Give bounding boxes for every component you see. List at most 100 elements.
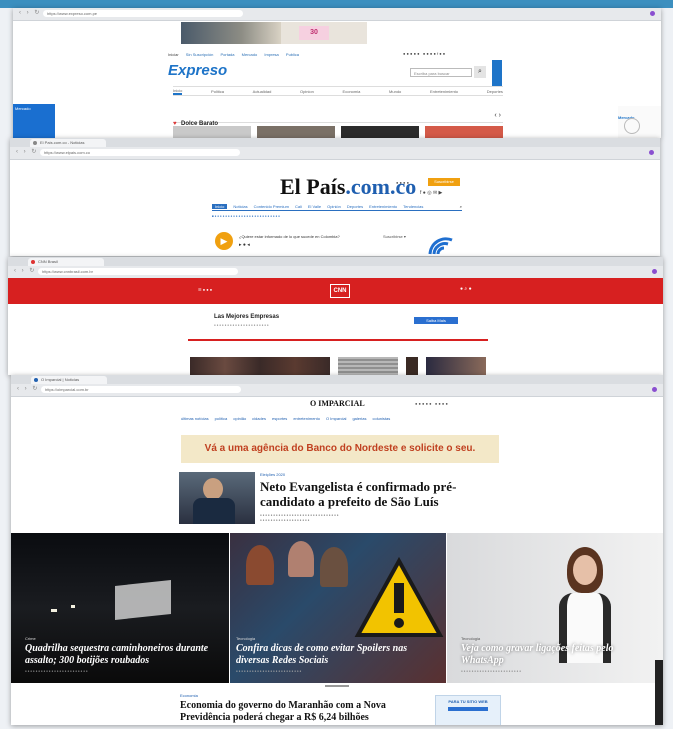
top-advertisement[interactable]: 30 bbox=[181, 22, 367, 44]
nav-arrows-icon[interactable]: ‹ › ↻ bbox=[16, 148, 38, 155]
search-icon: ⌕ bbox=[478, 68, 482, 75]
right-side-ad[interactable]: Mercado bbox=[618, 106, 661, 138]
podcast-icon bbox=[426, 232, 456, 256]
site-logo[interactable]: CNN bbox=[330, 284, 350, 298]
secondary-menu: ■ ● ● ● ● ● ● ● ● ● ● ● ● ● ● ● ● ● ● ● … bbox=[212, 214, 280, 218]
social-icons: f ● ◎ ✉ ▶ bbox=[420, 190, 443, 196]
featured-photo[interactable] bbox=[179, 472, 255, 524]
menu-item[interactable]: Inicio bbox=[212, 203, 228, 209]
main-nav: últimas notícias política opinião cidade… bbox=[181, 415, 511, 422]
nav-item[interactable]: colunistas bbox=[372, 416, 390, 421]
menu-icon[interactable]: ☰ ● ● ● bbox=[198, 287, 212, 292]
story-tile[interactable]: Tecnologia Veja como gravar ligações fei… bbox=[447, 533, 663, 683]
carousel-arrows-icon[interactable]: ‹ › bbox=[494, 112, 501, 119]
audio-question: ¿Quiere estar informado de lo que sucede… bbox=[239, 234, 340, 239]
featured-headline[interactable]: Neto Evangelista é confirmado pré-candid… bbox=[260, 479, 500, 509]
audio-question-link[interactable]: Suscribirse ▾ bbox=[383, 234, 406, 239]
search-icon[interactable]: ⌕ bbox=[460, 204, 462, 209]
featured-summary: ● ● ● ● ● ● ● ● ● ● ● ● ● ● ● ● ● ● ● ● … bbox=[260, 513, 339, 522]
site-logo[interactable]: El País.com.co bbox=[280, 174, 416, 200]
nav-arrows-icon[interactable]: ‹ › ↻ bbox=[17, 385, 39, 392]
util-link[interactable]: Iniciar bbox=[168, 52, 179, 57]
menu-side-button[interactable] bbox=[492, 60, 502, 86]
story-title: Confira dicas de como evitar Spoilers na… bbox=[236, 643, 408, 666]
menu-item[interactable]: Opinión bbox=[327, 204, 341, 209]
menu-item[interactable]: Contenido Premium bbox=[254, 204, 289, 209]
util-link[interactable]: Sin Suscripción bbox=[186, 52, 214, 57]
nav-item[interactable]: Economia bbox=[343, 89, 361, 94]
nav-item[interactable]: Mundo bbox=[389, 89, 401, 94]
story-tile[interactable]: Crime Quadrilha sequestra caminhoneiros … bbox=[11, 533, 229, 683]
nav-item[interactable]: Entretenimiento bbox=[430, 89, 458, 94]
util-link[interactable]: Publica bbox=[286, 52, 299, 57]
header-tools: ● ● ● ● ● ● ● ● ● bbox=[415, 401, 448, 406]
address-bar-row: ‹ › ↻ https://oimparcial.com.br bbox=[11, 384, 663, 397]
menu-item[interactable]: Noticias bbox=[233, 204, 247, 209]
tab-bar: El País.com.co - Noticias bbox=[10, 138, 660, 153]
ad-title: Las Mejores Empresas bbox=[214, 314, 280, 320]
profile-icon[interactable] bbox=[652, 387, 657, 392]
nav-item[interactable]: Deportes bbox=[487, 89, 503, 94]
story-tile[interactable]: Tecnologia Confira dicas de como evitar … bbox=[230, 533, 446, 683]
nav-item[interactable]: Inicio bbox=[173, 88, 183, 95]
menu-item[interactable]: El Valle bbox=[308, 204, 321, 209]
search-icon[interactable]: ● ⌕ ● bbox=[460, 286, 472, 292]
nav-item[interactable]: Politica bbox=[211, 89, 224, 94]
browser-tab[interactable]: CNN Brasil bbox=[28, 258, 104, 266]
nav-item[interactable]: cidades bbox=[252, 416, 266, 421]
nav-item[interactable]: opinião bbox=[233, 416, 246, 421]
header-tools: ● ● ● ● bbox=[396, 180, 409, 185]
audio-controls[interactable]: ▸ ● ◂ bbox=[239, 242, 250, 248]
left-side-ad[interactable]: Mercado bbox=[13, 104, 55, 138]
advertisement[interactable]: Las Mejores Empresas ● ● ● ● ● ● ● ● ● ●… bbox=[208, 312, 468, 337]
subscribe-button[interactable]: Suscribirse bbox=[428, 178, 460, 186]
site-logo[interactable]: O IMPARCIAL bbox=[310, 399, 365, 408]
nav-item[interactable]: últimas notícias bbox=[181, 416, 209, 421]
nav-item[interactable]: Actualidad bbox=[253, 89, 272, 94]
util-link[interactable]: Portada bbox=[221, 52, 235, 57]
side-scroll-handle[interactable] bbox=[655, 660, 663, 725]
pager-dots[interactable] bbox=[325, 685, 349, 687]
browser-tab[interactable]: El País.com.co - Noticias bbox=[30, 139, 106, 147]
story-tag: Tecnologia bbox=[461, 636, 481, 641]
util-link[interactable]: Impresa bbox=[264, 52, 278, 57]
main-nav: Inicio Politica Actualidad Opinion Econo… bbox=[173, 86, 503, 96]
nav-item[interactable]: esportes bbox=[272, 416, 287, 421]
main-menu: Inicio Noticias Contenido Premium Cali E… bbox=[212, 202, 462, 211]
menu-item[interactable]: Tendencias bbox=[403, 204, 423, 209]
menu-item[interactable]: Cali bbox=[295, 204, 302, 209]
nav-item[interactable]: O Imparcial bbox=[326, 416, 346, 421]
util-link[interactable]: Mercado bbox=[242, 52, 258, 57]
address-bar-row: ‹ › ↻ https://www.elpais.com.co bbox=[10, 147, 660, 160]
nav-item[interactable]: entretenimento bbox=[293, 416, 320, 421]
nav-arrows-icon[interactable]: ‹ › ↻ bbox=[19, 9, 41, 16]
profile-icon[interactable] bbox=[652, 269, 657, 274]
bottom-headline[interactable]: Economia do governo do Maranhão com a No… bbox=[180, 700, 420, 724]
ad-banner[interactable]: Vá a uma agência do Banco do Nordeste e … bbox=[181, 435, 499, 463]
nav-item[interactable]: política bbox=[215, 416, 228, 421]
profile-icon[interactable] bbox=[649, 150, 654, 155]
nav-arrows-icon[interactable]: ‹ › ↻ bbox=[14, 267, 36, 274]
search-button[interactable]: ⌕ bbox=[474, 66, 486, 78]
section-header: ♥ Dolce Barato ‹ › bbox=[173, 112, 503, 127]
warning-icon bbox=[354, 557, 444, 637]
site-logo[interactable]: Expreso bbox=[168, 62, 227, 79]
address-bar[interactable]: https://www.cnnbrasil.com.br bbox=[38, 268, 238, 275]
nav-item[interactable]: galerias bbox=[352, 416, 366, 421]
menu-item[interactable]: Deportes bbox=[347, 204, 363, 209]
address-bar[interactable]: https://www.expreso.com.pe bbox=[43, 10, 243, 17]
address-bar[interactable]: https://oimparcial.com.br bbox=[41, 386, 241, 393]
bottom-ad[interactable]: PARA TU SITIO WEB bbox=[435, 695, 501, 725]
nav-item[interactable]: Opinion bbox=[300, 89, 314, 94]
ad-button[interactable]: Saiba Mais bbox=[414, 317, 458, 324]
browser-tab[interactable]: O Imparcial | Notícias bbox=[31, 376, 107, 384]
play-icon[interactable]: ▶ bbox=[215, 232, 233, 250]
site-header: ☰ ● ● ● CNN ● ⌕ ● bbox=[8, 278, 663, 304]
profile-icon[interactable] bbox=[650, 11, 655, 16]
browser-window-cnn: CNN Brasil ‹ › ↻ https://www.cnnbrasil.c… bbox=[8, 257, 663, 375]
address-bar-row: ‹ › ↻ https://www.expreso.com.pe bbox=[13, 8, 661, 21]
audio-player[interactable]: ▶ ¿Quiere estar informado de lo que suce… bbox=[215, 230, 435, 252]
address-bar[interactable]: https://www.elpais.com.co bbox=[40, 149, 240, 156]
menu-item[interactable]: Entretenimiento bbox=[369, 204, 397, 209]
search-input[interactable]: Escriba para buscar bbox=[410, 68, 472, 77]
